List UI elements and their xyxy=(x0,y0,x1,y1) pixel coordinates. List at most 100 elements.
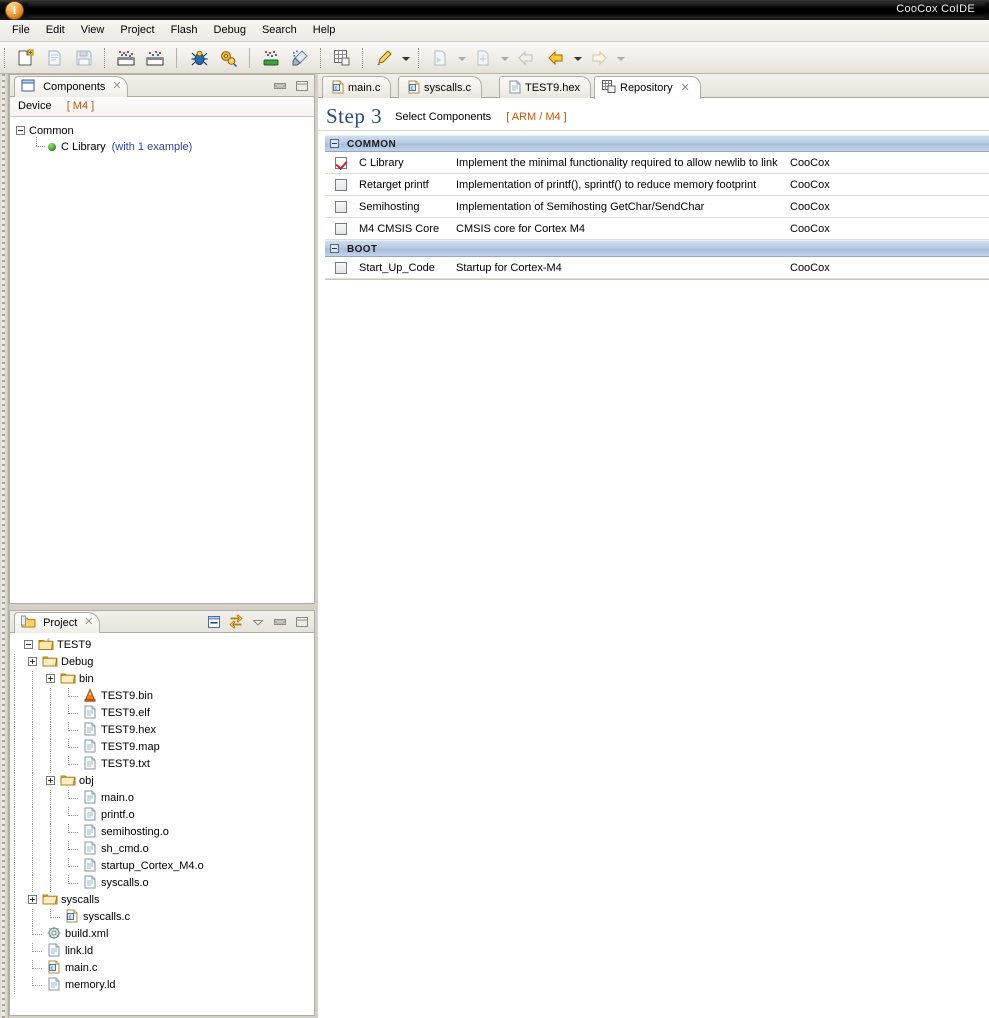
rebuild-icon[interactable] xyxy=(143,46,167,70)
expander-icon[interactable] xyxy=(330,244,339,253)
forward-dropdown-arrow-icon[interactable] xyxy=(615,46,626,70)
project-tree-row[interactable]: startup_Cortex_M4.o xyxy=(10,858,314,875)
component-row[interactable]: C Library Implement the minimal functiona… xyxy=(325,152,989,174)
tab-main-c[interactable]: c main.c xyxy=(322,76,392,98)
document-icon xyxy=(82,824,98,838)
menu-flash[interactable]: Flash xyxy=(163,20,206,40)
collapse-all-button[interactable] xyxy=(206,614,222,630)
project-tree-row[interactable]: c syscalls.c xyxy=(10,909,314,926)
svg-text:c: c xyxy=(411,85,414,91)
tree-guide xyxy=(28,926,46,943)
forward-arrow-icon[interactable] xyxy=(587,46,611,70)
menu-debug[interactable]: Debug xyxy=(206,20,254,40)
menu-search[interactable]: Search xyxy=(254,20,305,40)
component-checkbox[interactable] xyxy=(335,179,347,191)
device-bar: Device [ M4 ] xyxy=(10,97,314,117)
project-tree-row[interactable]: syscalls xyxy=(10,892,314,909)
project-tree-row[interactable]: c main.c xyxy=(10,960,314,977)
project-tree-row[interactable]: TEST9.hex xyxy=(10,722,314,739)
declaration-dropdown-arrow-icon[interactable] xyxy=(456,46,467,70)
minimize-view-button[interactable] xyxy=(272,614,288,630)
tree-guide xyxy=(10,688,28,705)
debug-icon[interactable] xyxy=(187,46,211,70)
tree-guide xyxy=(28,722,46,739)
back-history-icon[interactable] xyxy=(544,46,568,70)
back-arrow-icon[interactable] xyxy=(514,46,538,70)
project-tree-row[interactable]: main.o xyxy=(10,790,314,807)
view-menu-button[interactable] xyxy=(250,614,266,630)
tab-syscalls-c[interactable]: c syscalls.c xyxy=(398,76,483,98)
save-icon[interactable] xyxy=(72,46,96,70)
highlight-dropdown-arrow-icon[interactable] xyxy=(400,46,411,70)
annotation-dropdown-arrow-icon[interactable] xyxy=(499,46,510,70)
components-tree-row[interactable]: C Library (with 1 example) xyxy=(16,137,314,155)
repository-grid-icon[interactable] xyxy=(330,46,354,70)
project-tree-row[interactable]: sh_cmd.o xyxy=(10,841,314,858)
project-tree-row[interactable]: bin xyxy=(10,671,314,688)
close-icon[interactable]: ✕ xyxy=(83,617,94,628)
menu-file[interactable]: File xyxy=(4,20,38,40)
maximize-view-button[interactable] xyxy=(294,614,310,630)
project-tree-row[interactable]: syscalls.o xyxy=(10,875,314,892)
maximize-view-button[interactable] xyxy=(294,78,310,94)
component-group-header[interactable]: COMMON xyxy=(325,135,989,152)
component-checkbox[interactable] xyxy=(335,223,347,235)
component-group-header[interactable]: BOOT xyxy=(325,240,989,257)
project-tree-row[interactable]: TEST9.elf xyxy=(10,705,314,722)
component-row[interactable]: Semihosting Implementation of Semihosting… xyxy=(325,196,989,218)
expander-icon[interactable] xyxy=(28,895,37,904)
left-fast-view-bar[interactable] xyxy=(0,74,9,1018)
component-row[interactable]: Retarget printf Implementation of printf(… xyxy=(325,174,989,196)
project-tree-row[interactable]: Debug xyxy=(10,654,314,671)
link-with-editor-button[interactable] xyxy=(228,614,244,630)
project-tree-row[interactable]: TEST9.map xyxy=(10,739,314,756)
build-icon[interactable] xyxy=(114,46,138,70)
highlight-pen-icon[interactable] xyxy=(372,46,396,70)
project-tree-row[interactable]: build.xml xyxy=(10,926,314,943)
menu-view[interactable]: View xyxy=(73,20,113,40)
components-tree-row[interactable]: Common xyxy=(16,123,314,139)
project-tree-row[interactable]: c TEST9 xyxy=(10,637,314,654)
menu-project[interactable]: Project xyxy=(112,20,162,40)
toolbar xyxy=(0,42,989,74)
expander-icon[interactable] xyxy=(16,126,25,135)
tab-test9-hex[interactable]: TEST9.hex xyxy=(499,76,592,98)
expander-icon[interactable] xyxy=(46,674,55,683)
close-icon[interactable]: ✕ xyxy=(681,82,690,94)
project-tree-row[interactable]: link.ld xyxy=(10,943,314,960)
close-icon[interactable]: ✕ xyxy=(111,81,122,92)
open-declaration-icon[interactable] xyxy=(428,46,452,70)
copy-file-icon[interactable] xyxy=(43,46,67,70)
project-tree-row[interactable]: TEST9.txt xyxy=(10,756,314,773)
expander-icon[interactable] xyxy=(330,139,339,148)
project-tree-row[interactable]: memory.ld xyxy=(10,977,314,994)
tab-project[interactable]: Project ✕ xyxy=(14,612,101,633)
project-tree-row[interactable]: TEST9.bin xyxy=(10,688,314,705)
minimize-view-button[interactable] xyxy=(272,78,288,94)
component-checkbox[interactable] xyxy=(335,157,347,169)
configuration-icon[interactable] xyxy=(216,46,240,70)
project-tabbar: Project ✕ xyxy=(10,611,314,633)
new-file-icon[interactable] xyxy=(14,46,38,70)
menu-edit[interactable]: Edit xyxy=(38,20,73,40)
project-tree-row[interactable]: printf.o xyxy=(10,807,314,824)
erase-chip-icon[interactable] xyxy=(288,46,312,70)
next-annotation-icon[interactable] xyxy=(471,46,495,70)
expander-icon[interactable] xyxy=(24,640,33,649)
component-row[interactable]: Start_Up_Code Startup for Cortex-M4 CooCox xyxy=(325,257,989,279)
document-icon xyxy=(507,80,521,94)
component-checkbox[interactable] xyxy=(335,262,347,274)
tab-repository[interactable]: Repository ✕ xyxy=(594,76,701,99)
component-checkbox[interactable] xyxy=(335,201,347,213)
menu-help[interactable]: Help xyxy=(305,20,344,40)
tab-components[interactable]: Components ✕ xyxy=(14,76,129,97)
project-tree-row[interactable]: obj xyxy=(10,773,314,790)
expander-icon[interactable] xyxy=(28,657,37,666)
back-dropdown-arrow-icon[interactable] xyxy=(572,46,583,70)
project-tree-row[interactable]: semihosting.o xyxy=(10,824,314,841)
editor-tab-label: Repository xyxy=(620,82,673,94)
component-row[interactable]: M4 CMSIS Core CMSIS core for Cortex M4 Coo… xyxy=(325,218,989,240)
expander-icon[interactable] xyxy=(46,776,55,785)
download-to-flash-icon[interactable] xyxy=(259,46,283,70)
tree-guide xyxy=(46,841,64,858)
